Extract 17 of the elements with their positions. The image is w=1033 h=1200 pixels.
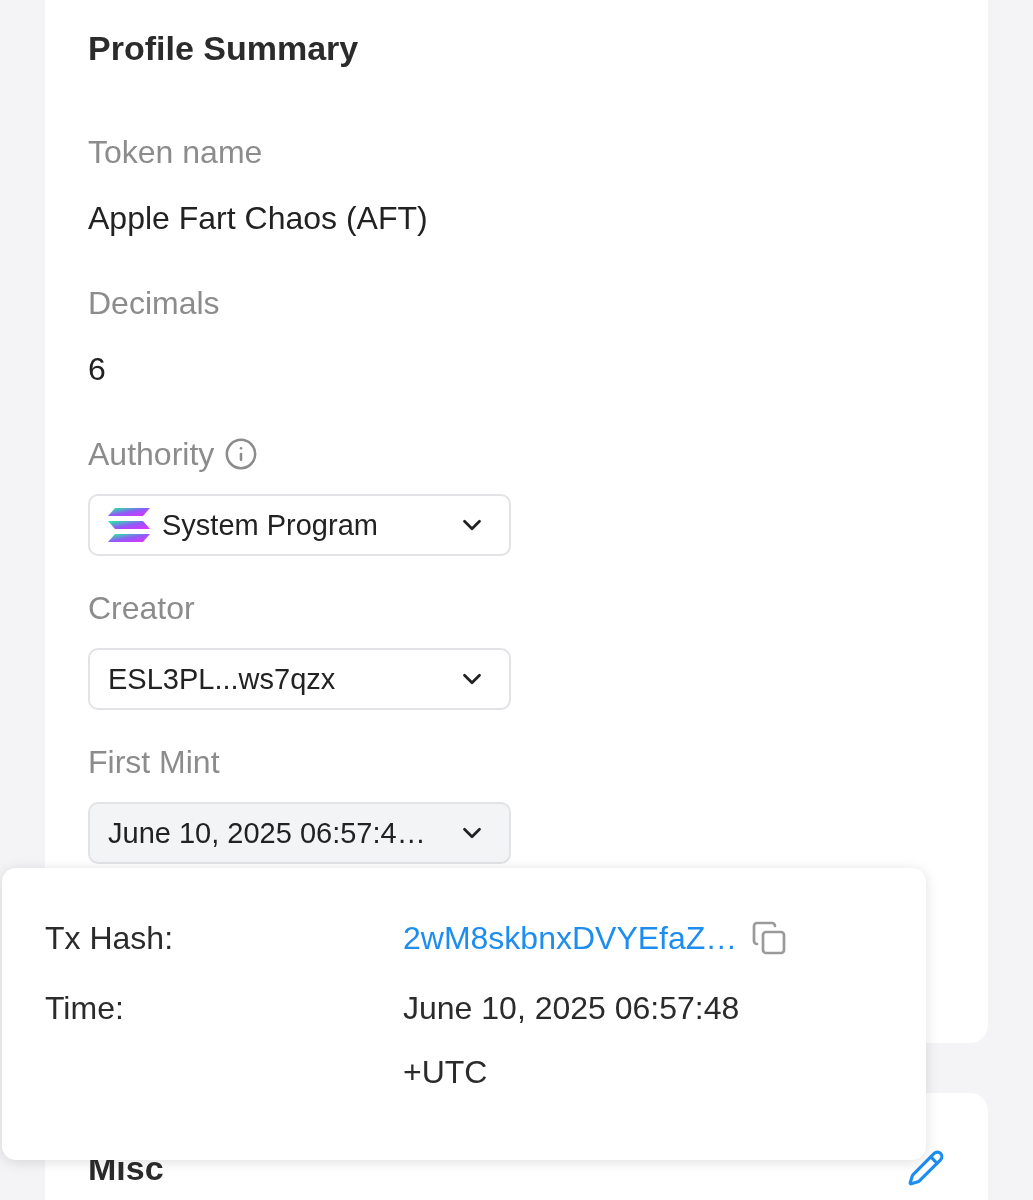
pencil-icon[interactable]	[907, 1149, 945, 1187]
field-label: Token name	[88, 133, 263, 172]
info-icon[interactable]	[224, 437, 259, 471]
field-value: Apple Fart Chaos (AFT)	[88, 199, 429, 238]
field-label: Creator	[88, 589, 195, 628]
popover-value: June 10, 2025 06:57:48 +UTC	[403, 989, 741, 1092]
copy-icon[interactable]	[751, 920, 788, 956]
dropdown[interactable]: System Program	[88, 494, 511, 556]
field-label: Authority	[88, 435, 215, 474]
field-label: Decimals	[88, 284, 220, 323]
field-value: 6	[88, 350, 107, 389]
dropdown[interactable]: ESL3PL...ws7qzx	[88, 648, 511, 710]
popover-label: Time:	[45, 989, 125, 1028]
dropdown[interactable]: June 10, 2025 06:57:4…	[88, 802, 511, 864]
field-label: First Mint	[88, 743, 220, 782]
popover-label: Tx Hash:	[45, 919, 175, 958]
card-title: Profile Summary	[88, 28, 360, 68]
